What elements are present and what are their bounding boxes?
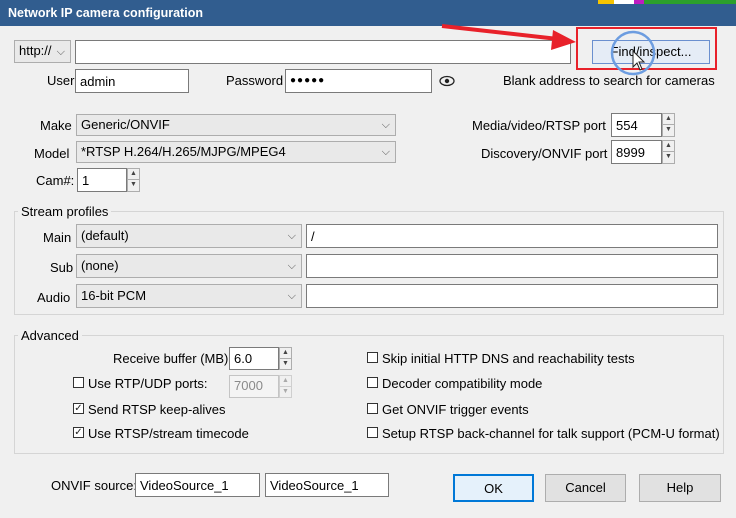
user-label: User [47,73,75,88]
cam-number-input[interactable] [77,168,127,192]
ok-label: OK [484,481,503,496]
sub-profile-value: (none) [81,258,119,273]
rtp-port-input[interactable]: 7000 [229,375,279,398]
discovery-port-spinner[interactable]: ▲ ▼ [662,140,675,164]
chevron-down-icon: ⌵ [56,46,65,58]
onvif-source-input-1[interactable] [135,473,260,497]
annotation-arrow-icon [441,24,576,50]
cancel-label: Cancel [565,480,606,495]
model-value: *RTSP H.264/H.265/MJPG/MPEG4 [81,144,286,159]
onvif-trigger-checkbox[interactable] [367,403,378,414]
decoder-compat-label: Decoder compatibility mode [382,376,543,391]
chevron-down-icon: ⌵ [287,260,296,272]
title-bar: Network IP camera configuration [0,0,736,26]
chevron-down-icon: ⌵ [287,230,296,242]
receive-buffer-input[interactable] [229,347,279,370]
make-label: Make [40,118,72,133]
rtp-udp-label: Use RTP/UDP ports: [88,376,208,391]
main-path-input[interactable] [306,224,718,248]
down-arrow-icon[interactable]: ▼ [280,387,291,398]
title-accent-yellow [598,0,614,4]
title-accent-magenta [634,0,644,4]
rtp-port-value: 7000 [234,378,263,393]
media-port-input[interactable] [611,113,662,137]
audio-profile-value: 16-bit PCM [81,288,147,303]
cam-number-label: Cam#: [36,173,75,188]
title-accent-white [614,0,634,4]
up-arrow-icon[interactable]: ▲ [280,348,291,359]
stream-profiles-title: Stream profiles [18,204,112,219]
discovery-port-input[interactable] [611,140,662,164]
password-value: ●●●●● [290,75,326,86]
up-arrow-icon[interactable]: ▲ [663,114,674,125]
skip-dns-label: Skip initial HTTP DNS and reachability t… [382,351,635,366]
up-arrow-icon[interactable]: ▲ [663,141,674,152]
down-arrow-icon[interactable]: ▼ [128,180,139,191]
onvif-trigger-label: Get ONVIF trigger events [382,402,529,417]
chevron-down-icon: ⌵ [287,290,296,302]
media-port-label: Media/video/RTSP port [472,118,606,133]
eye-icon[interactable] [439,75,455,87]
onvif-source-input-2[interactable] [265,473,389,497]
ok-button[interactable]: OK [453,474,534,502]
backchannel-checkbox[interactable] [367,427,378,438]
main-stream-label: Main [43,230,72,245]
down-arrow-icon[interactable]: ▼ [663,152,674,163]
up-arrow-icon[interactable]: ▲ [280,376,291,387]
make-select[interactable]: Generic/ONVIF ⌵ [76,114,396,136]
cancel-button[interactable]: Cancel [545,474,626,502]
skip-dns-checkbox[interactable] [367,352,378,363]
sub-stream-label: Sub [50,260,74,275]
password-label: Password [226,73,284,88]
sub-path-input[interactable] [306,254,718,278]
decoder-compat-checkbox[interactable] [367,377,378,388]
keepalive-label: Send RTSP keep-alives [88,402,226,417]
receive-buffer-label: Receive buffer (MB) [113,351,229,366]
main-profile-select[interactable]: (default) ⌵ [76,224,302,248]
chevron-down-icon: ⌵ [381,119,390,131]
scheme-value: http:// [19,43,52,58]
discovery-port-label: Discovery/ONVIF port [481,146,608,161]
user-input[interactable] [75,69,189,93]
audio-stream-label: Audio [37,290,71,305]
rtp-port-spinner[interactable]: ▲ ▼ [279,375,292,398]
window-title: Network IP camera configuration [8,6,203,20]
help-label: Help [666,480,694,495]
audio-profile-select[interactable]: 16-bit PCM ⌵ [76,284,302,308]
check-mark-icon: ✓ [74,403,83,414]
media-port-spinner[interactable]: ▲ ▼ [662,113,675,137]
timecode-checkbox[interactable]: ✓ [73,427,84,438]
down-arrow-icon[interactable]: ▼ [280,359,291,370]
title-accent-green [644,0,736,4]
chevron-down-icon: ⌵ [381,146,390,158]
help-button[interactable]: Help [639,474,721,502]
down-arrow-icon[interactable]: ▼ [663,125,674,136]
sub-profile-select[interactable]: (none) ⌵ [76,254,302,278]
backchannel-label: Setup RTSP back-channel for talk support… [382,426,720,441]
receive-buffer-spinner[interactable]: ▲ ▼ [279,347,292,370]
model-label: Model [34,146,70,161]
timecode-label: Use RTSP/stream timecode [88,426,249,441]
main-profile-value: (default) [81,228,129,243]
model-select[interactable]: *RTSP H.264/H.265/MJPG/MPEG4 ⌵ [76,141,396,163]
make-value: Generic/ONVIF [81,117,170,132]
search-hint: Blank address to search for cameras [503,73,715,88]
check-mark-icon: ✓ [74,427,83,438]
scheme-select[interactable]: http:// ⌵ [14,40,71,63]
rtp-udp-checkbox[interactable] [73,377,84,388]
keepalive-checkbox[interactable]: ✓ [73,403,84,414]
onvif-source-label: ONVIF source: [51,478,137,493]
audio-path-input[interactable] [306,284,718,308]
password-input[interactable]: ●●●●● [285,69,432,93]
cam-number-spinner[interactable]: ▲ ▼ [127,168,140,192]
advanced-title: Advanced [18,328,82,343]
up-arrow-icon[interactable]: ▲ [128,169,139,180]
